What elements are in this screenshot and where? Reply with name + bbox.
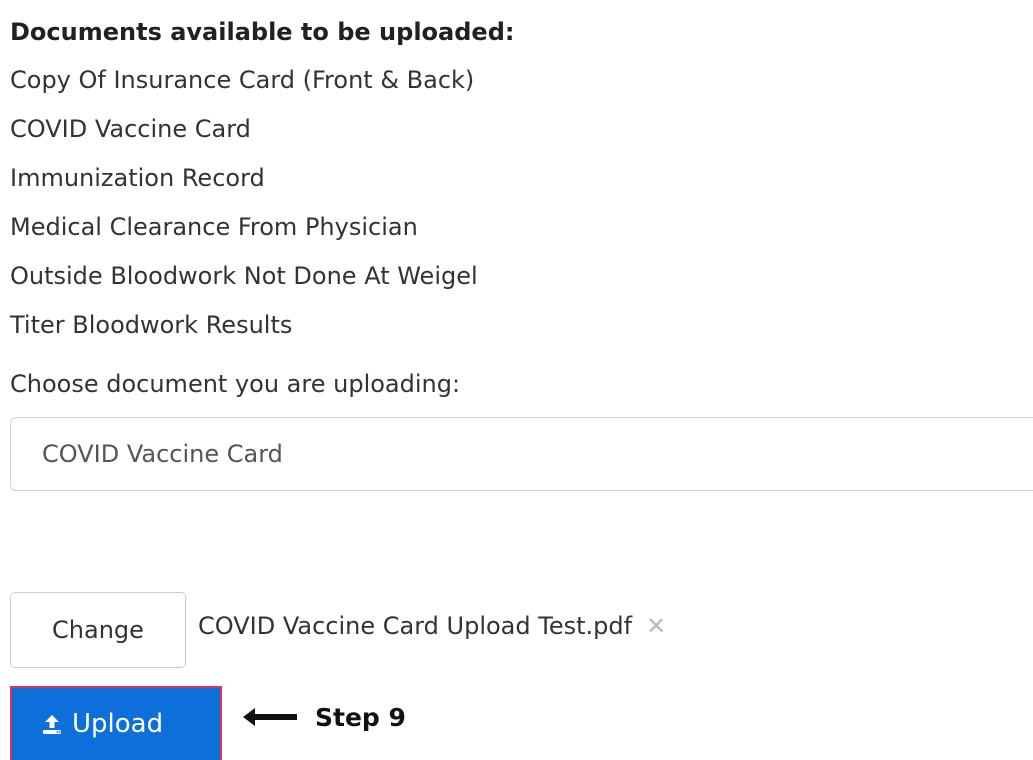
- change-file-button[interactable]: Change: [10, 592, 186, 668]
- list-item: Titer Bloodwork Results: [10, 311, 293, 339]
- documents-list: Copy Of Insurance Card (Front & Back) CO…: [10, 56, 478, 350]
- left-arrow-icon: [243, 708, 297, 726]
- upload-icon: [43, 715, 61, 734]
- list-item: Medical Clearance From Physician: [10, 213, 418, 241]
- upload-button[interactable]: Upload: [10, 686, 222, 760]
- list-item: Copy Of Insurance Card (Front & Back): [10, 66, 475, 94]
- list-item: COVID Vaccine Card: [10, 115, 251, 143]
- choose-document-label: Choose document you are uploading:: [10, 370, 461, 398]
- list-item: Immunization Record: [10, 164, 265, 192]
- document-type-select[interactable]: COVID Vaccine Card: [10, 417, 1033, 491]
- step-annotation: Step 9: [315, 703, 406, 732]
- remove-file-icon[interactable]: ✕: [646, 606, 666, 646]
- documents-heading: Documents available to be uploaded:: [10, 18, 515, 46]
- selected-file-name: COVID Vaccine Card Upload Test.pdf: [198, 612, 633, 640]
- list-item: Outside Bloodwork Not Done At Weigel: [10, 262, 478, 290]
- selected-file: COVID Vaccine Card Upload Test.pdf ✕: [198, 606, 666, 646]
- upload-documents-page: Documents available to be uploaded: Copy…: [0, 0, 1033, 760]
- upload-button-label: Upload: [72, 709, 164, 739]
- document-type-selected-value: COVID Vaccine Card: [42, 440, 283, 468]
